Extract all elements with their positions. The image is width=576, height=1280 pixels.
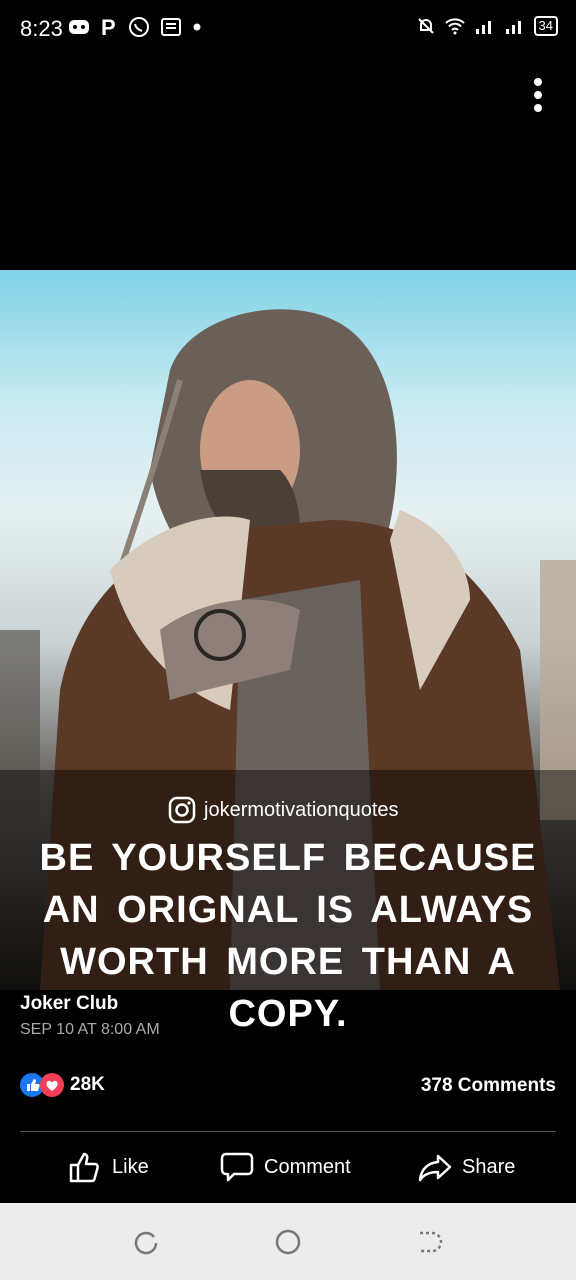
more-dot-icon [534, 104, 542, 112]
game-controller-icon [69, 20, 89, 34]
like-label: Like [112, 1155, 149, 1178]
share-button[interactable]: Share [418, 1150, 515, 1184]
recent-apps-icon [134, 1231, 158, 1255]
p-app-icon: P [101, 17, 116, 37]
comment-label: Comment [264, 1155, 351, 1178]
home-icon [275, 1229, 301, 1255]
home-button[interactable] [273, 1227, 303, 1257]
quote-line: BE YOURSELF BECAUSE [39, 837, 537, 879]
svg-text:P: P [101, 17, 116, 37]
instagram-icon [168, 796, 196, 824]
reactions-summary[interactable]: 28K [20, 1073, 105, 1097]
comments-count[interactable]: 378 Comments [421, 1075, 556, 1097]
more-options-button[interactable] [526, 78, 550, 114]
more-dot-icon [534, 91, 542, 99]
system-navigation-bar [0, 1203, 576, 1280]
comment-icon [220, 1152, 254, 1182]
more-dot-icon [534, 78, 542, 86]
status-system-icons: 34 [416, 16, 558, 36]
status-bar: 8:23 P 34 [0, 0, 576, 60]
thumbs-up-icon [69, 1152, 99, 1183]
instagram-handle-text: jokermotivationquotes [204, 798, 399, 821]
divider [20, 1131, 556, 1132]
signal-icon-2 [505, 21, 521, 34]
share-label: Share [462, 1155, 516, 1178]
recent-apps-button[interactable] [132, 1227, 162, 1257]
comment-button[interactable]: Comment [220, 1150, 351, 1184]
share-icon [418, 1154, 452, 1182]
back-icon [420, 1231, 443, 1253]
like-button[interactable]: Like [68, 1150, 149, 1184]
dot-icon [193, 23, 201, 31]
reaction-count: 28K [70, 1074, 105, 1095]
battery-indicator: 34 [533, 16, 558, 36]
instagram-handle: jokermotivationquotes [168, 796, 399, 824]
whatsapp-icon [129, 17, 149, 37]
post-author[interactable]: Joker Club [20, 993, 118, 1015]
status-notification-icons: P [68, 16, 202, 38]
mute-icon [417, 18, 434, 34]
wifi-icon [444, 18, 465, 35]
signal-icon [475, 21, 491, 34]
back-button[interactable] [414, 1227, 444, 1257]
post-date: SEP 10 AT 8:00 AM [20, 1021, 160, 1038]
status-time: 8:23 [20, 16, 63, 41]
love-reaction-icon [40, 1073, 64, 1097]
news-icon [161, 18, 181, 36]
quote-line: AN ORIGNAL IS ALWAYS [42, 889, 534, 931]
